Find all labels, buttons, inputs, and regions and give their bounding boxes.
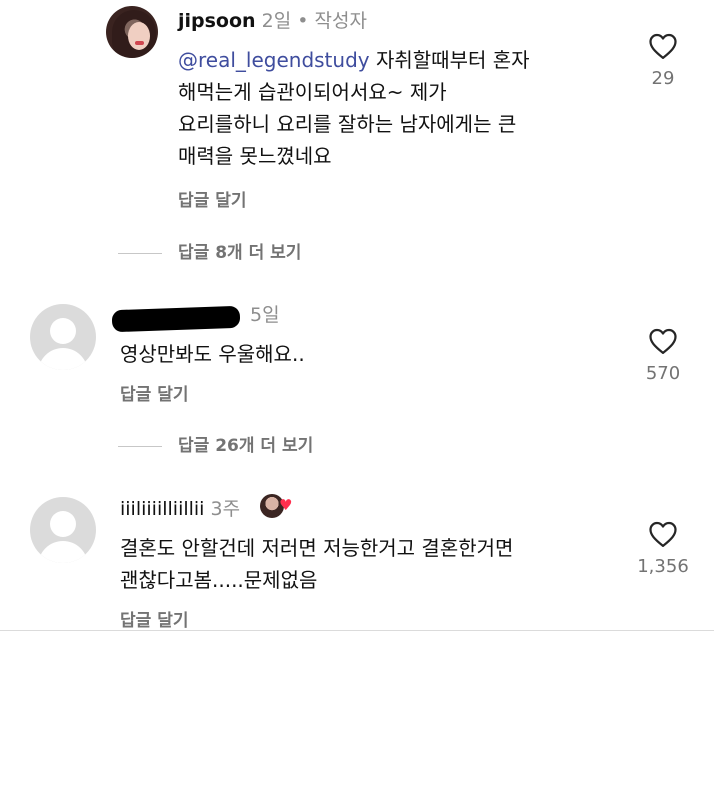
comment-line-2: 해먹는게 습관이되어서요~ 제가 (178, 80, 447, 104)
avatar-lip (135, 41, 144, 45)
comment-line-2: 괜찮다고봄.....문제없음 (120, 568, 318, 592)
view-replies-button[interactable]: 답글 26개 더 보기 (118, 431, 313, 456)
like-button[interactable]: 29 (633, 32, 693, 89)
view-replies-button[interactable]: 답글 8개 더 보기 (118, 238, 301, 263)
comment-line-1: 결혼도 안할건데 저러면 저능한거고 결혼한거면 (120, 536, 514, 560)
reply-button[interactable]: 답글 달기 (178, 186, 246, 211)
bottom-divider (0, 630, 714, 631)
comment-meta: jipsoon 2일 • 작성자 (178, 6, 367, 33)
heart-outline-icon (649, 328, 677, 354)
reply-button[interactable]: 답글 달기 (120, 606, 188, 631)
view-replies-label: 답글 8개 더 보기 (178, 243, 302, 263)
comment-line-4: 매력을 못느꼈네요 (178, 144, 332, 168)
replies-divider-line (118, 252, 162, 254)
heart-filled-icon: ♥ (279, 496, 293, 514)
avatar-shoulders (38, 348, 88, 370)
redacted-username (111, 305, 241, 333)
avatar-head (50, 318, 76, 344)
avatar-head (50, 511, 76, 537)
avatar[interactable] (30, 497, 96, 563)
heart-outline-icon (649, 521, 677, 547)
like-count: 1,356 (637, 556, 689, 577)
separator-dot: • (297, 10, 309, 32)
mention-link[interactable]: @real_legendstudy (178, 48, 370, 72)
comment-meta: 5일 (250, 300, 280, 327)
comment-time: 3주 (210, 498, 241, 520)
comment-meta: iiiliiiilliillii 3주 (120, 494, 240, 521)
comment-text: @real_legendstudy 자취할때부터 혼자 해먹는게 습관이되어서요… (178, 44, 618, 172)
comment-text-segment: 자취할때부터 혼자 (369, 48, 530, 72)
comment-time: 2일 (261, 10, 292, 32)
comment-line-3: 요리를하니 요리를 잘하는 남자에게는 큰 (178, 112, 517, 136)
comment-line-1: 영상만봐도 우울해요.. (120, 342, 305, 366)
replies-divider-line (118, 445, 162, 447)
username[interactable]: jipsoon (178, 10, 256, 32)
avatar[interactable] (30, 304, 96, 370)
comment-time: 5일 (250, 304, 280, 326)
like-button[interactable]: 1,356 (633, 520, 693, 577)
comment-line-1: @real_legendstudy 자취할때부터 혼자 (178, 44, 618, 76)
author-tag: 작성자 (314, 10, 367, 32)
like-count: 570 (645, 363, 681, 384)
view-replies-label: 답글 26개 더 보기 (178, 436, 314, 456)
heart-outline-icon (649, 33, 677, 59)
like-count: 29 (651, 68, 675, 89)
avatar[interactable] (106, 6, 158, 58)
comment-text: 결혼도 안할건데 저러면 저능한거고 결혼한거면 괜찮다고봄.....문제없음 (120, 532, 620, 596)
username[interactable]: iiiliiiilliillii (120, 498, 204, 520)
like-button[interactable]: 570 (633, 327, 693, 384)
reply-button[interactable]: 답글 달기 (120, 380, 188, 405)
avatar-shoulders (38, 541, 88, 563)
avatar-face (128, 22, 150, 50)
comment-text: 영상만봐도 우울해요.. (120, 338, 600, 370)
